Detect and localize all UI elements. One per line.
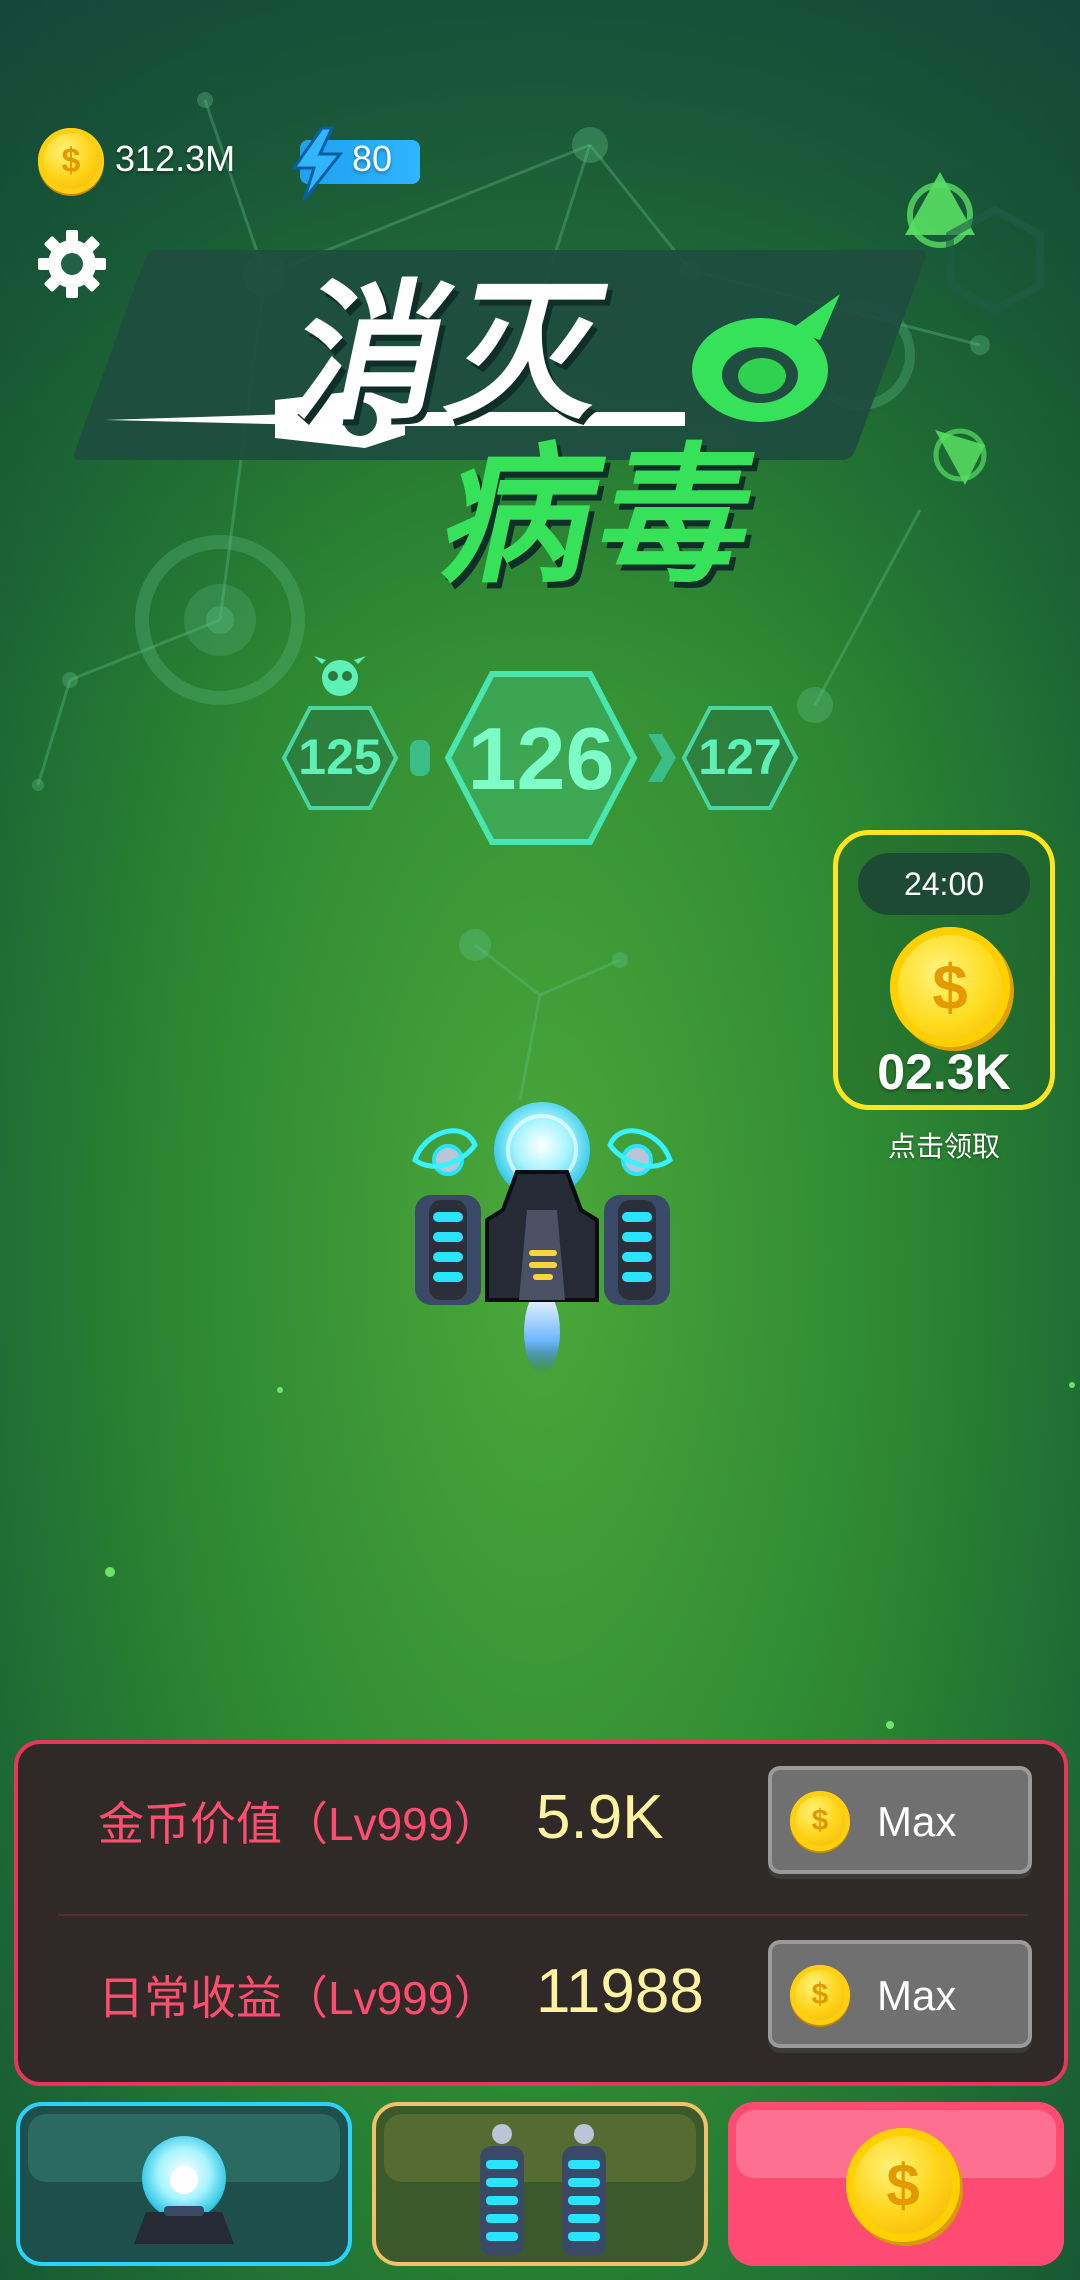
divider bbox=[58, 1914, 1028, 1916]
twin-cannons-icon bbox=[480, 2124, 606, 2256]
level-previous-number: 125 bbox=[298, 729, 382, 785]
level-previous: 125 bbox=[280, 704, 400, 812]
max-upgrade-button[interactable]: $ Max bbox=[768, 1940, 1032, 2048]
level-next: 127 bbox=[680, 704, 800, 812]
coin-balance: 312.3M bbox=[115, 138, 236, 179]
level-current-number: 126 bbox=[467, 709, 615, 808]
bonus-collector[interactable]: 24:00 $ 02.3K bbox=[833, 830, 1055, 1110]
bonus-claim-caption[interactable]: 点击领取 bbox=[833, 1125, 1055, 1165]
tab-side-weapons[interactable] bbox=[372, 2102, 708, 2266]
skull-icon bbox=[314, 656, 366, 696]
upgrade-value: 5.9K bbox=[536, 1783, 664, 1852]
virus-logo-icon bbox=[684, 294, 840, 430]
orb-turret-icon bbox=[134, 2136, 234, 2244]
coin-icon: $ bbox=[790, 1791, 850, 1851]
coin-icon: $ bbox=[38, 128, 104, 194]
upgrade-row-daily-income: 日常收益（Lv999） 11988 $ Max bbox=[18, 1918, 1064, 2068]
coin-icon: $ bbox=[790, 1965, 850, 2025]
max-upgrade-button[interactable]: $ Max bbox=[768, 1766, 1032, 1874]
upgrade-panel: 金币价值（Lv999） 5.9K $ Max 日常收益（Lv999） 11988… bbox=[14, 1740, 1068, 2086]
upgrade-row-coin-value: 金币价值（Lv999） 5.9K $ Max bbox=[18, 1744, 1064, 1894]
max-button-label: Max bbox=[877, 1798, 957, 1845]
upgrade-label: 金币价值（Lv999） bbox=[98, 1798, 500, 1850]
level-current: 126 bbox=[442, 668, 640, 848]
coin-icon: $ bbox=[890, 927, 1010, 1047]
bonus-amount: 02.3K bbox=[877, 1044, 1011, 1100]
player-spaceship bbox=[412, 1102, 673, 1374]
tab-coin-upgrades[interactable]: $ bbox=[728, 2102, 1064, 2266]
lightning-icon bbox=[291, 126, 344, 201]
level-connector-left bbox=[410, 740, 430, 776]
bonus-timer: 24:00 bbox=[858, 853, 1030, 915]
level-arrow-right bbox=[648, 734, 676, 782]
level-next-number: 127 bbox=[698, 729, 782, 785]
coin-icon: $ bbox=[846, 2128, 960, 2242]
tab-main-weapon[interactable] bbox=[16, 2102, 352, 2266]
energy-count: 80 bbox=[352, 138, 393, 179]
max-button-label: Max bbox=[877, 1972, 957, 2019]
upgrade-label: 日常收益（Lv999） bbox=[98, 1972, 500, 2024]
gear-icon[interactable] bbox=[36, 228, 108, 300]
upgrade-value: 11988 bbox=[536, 1957, 704, 2026]
